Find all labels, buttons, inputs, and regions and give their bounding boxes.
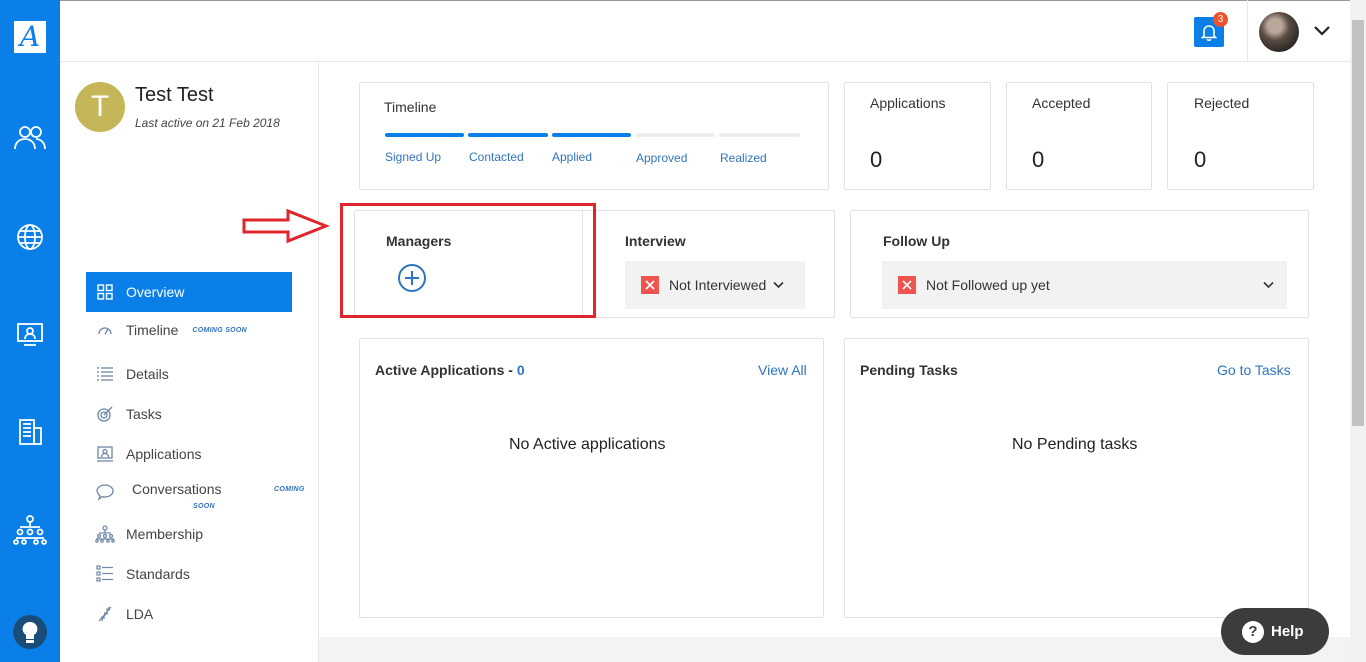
nav-item-timeline[interactable]: Timeline COMING SOON [86, 310, 292, 350]
people-icon[interactable] [12, 120, 48, 156]
rejected-stat-value: 0 [1194, 147, 1207, 172]
timeline-stage-label: Signed Up [385, 150, 442, 164]
user-avatar[interactable] [1259, 12, 1299, 52]
nav-item-membership[interactable]: Membership [86, 514, 292, 554]
nav-item-tasks[interactable]: Tasks [86, 394, 292, 434]
annotation-arrow-icon [242, 208, 330, 244]
nav-item-applications[interactable]: Applications [86, 434, 292, 474]
annotation-highlight-box [340, 203, 596, 318]
accepted-stat-value: 0 [1032, 147, 1045, 172]
notification-badge: 3 [1213, 12, 1228, 27]
follow-up-title: Follow Up [883, 233, 950, 249]
chat-bubble-icon [94, 481, 116, 503]
close-icon [898, 276, 916, 294]
nav-item-overview[interactable]: Overview [86, 272, 292, 312]
applications-stat-value: 0 [870, 147, 883, 172]
rejected-stat-label: Rejected [1194, 95, 1250, 111]
nav-label: Membership [126, 526, 204, 542]
left-rail: A [0, 0, 60, 662]
nav-item-standards[interactable]: Standards [86, 554, 292, 594]
profile-card-icon [94, 443, 116, 465]
nav-label: LDA [126, 606, 154, 622]
interview-status-value: Not Interviewed [669, 277, 767, 293]
help-label: Help [1271, 623, 1304, 640]
close-icon [641, 276, 659, 294]
nav-label: Applications [126, 446, 202, 462]
active-applications-card [359, 338, 824, 618]
timeline-segment-signed-up [385, 133, 464, 137]
profile-avatar: T [75, 82, 125, 132]
nav-label: Conversations [132, 481, 222, 497]
org-chart-icon[interactable] [12, 512, 48, 548]
nav-label: Standards [126, 566, 190, 582]
monitor-user-icon[interactable] [12, 316, 48, 352]
accepted-stat-label: Accepted [1032, 95, 1091, 111]
timeline-segment-applied [552, 133, 631, 137]
timeline-stage-label: Approved [636, 151, 688, 165]
coming-soon-badge: COMING [274, 486, 305, 493]
checklist-icon [94, 563, 116, 585]
question-icon: ? [1242, 620, 1264, 643]
chevron-down-icon[interactable] [1313, 24, 1331, 38]
pending-tasks-title: Pending Tasks [860, 362, 958, 378]
scrollbar-thumb[interactable] [1352, 20, 1364, 426]
follow-up-status-value: Not Followed up yet [926, 277, 1050, 293]
chevron-down-icon [1263, 281, 1274, 289]
nav-item-lda[interactable]: LDA [86, 594, 292, 634]
grid-icon [94, 281, 116, 303]
header-divider [1247, 0, 1248, 62]
building-icon[interactable] [12, 414, 48, 450]
target-icon [94, 403, 116, 425]
pending-tasks-empty: No Pending tasks [1012, 436, 1138, 453]
main-footer-strip [319, 637, 1350, 662]
active-applications-empty: No Active applications [509, 436, 666, 453]
timeline-segment-approved [636, 133, 715, 137]
last-active-text: Last active on 21 Feb 2018 [135, 116, 280, 130]
applications-stat-label: Applications [870, 95, 946, 111]
timeline-segment-contacted [468, 133, 548, 137]
app-logo[interactable]: A [14, 21, 46, 53]
nav-item-details[interactable]: Details [86, 354, 292, 394]
dna-icon [94, 603, 116, 625]
nav-label: Tasks [126, 406, 162, 422]
profile-sidebar: T Test Test Last active on 21 Feb 2018 O… [60, 62, 319, 662]
profile-name: Test Test [135, 84, 214, 106]
list-icon [94, 363, 116, 385]
timeline-stage-label: Applied [552, 150, 593, 164]
pending-tasks-card [844, 338, 1309, 618]
interview-title: Interview [625, 233, 686, 249]
view-all-link[interactable]: View All [758, 362, 807, 378]
timeline-segment-realized [719, 133, 800, 137]
go-to-tasks-link[interactable]: Go to Tasks [1217, 362, 1291, 378]
gauge-icon [94, 319, 116, 341]
lightbulb-icon[interactable] [12, 614, 48, 650]
active-applications-count: 0 [516, 362, 525, 378]
timeline-stage-label: Realized [720, 151, 767, 165]
coming-soon-badge-line2: SOON [193, 503, 215, 510]
timeline-stage-label: Contacted [469, 150, 524, 164]
nav-label: Timeline [126, 322, 179, 338]
top-bar [60, 0, 1350, 62]
active-applications-title: Active Applications - 0 [375, 362, 525, 378]
follow-up-status-dropdown[interactable]: Not Followed up yet [882, 261, 1287, 309]
page-scrollbar[interactable] [1350, 0, 1366, 662]
interview-status-dropdown[interactable]: Not Interviewed [625, 261, 805, 309]
org-chart-icon [94, 523, 116, 545]
chevron-down-icon [773, 281, 784, 289]
nav-label: Details [126, 366, 169, 382]
coming-soon-badge: COMING SOON [192, 326, 248, 334]
globe-icon[interactable] [12, 219, 48, 255]
nav-label: Overview [126, 284, 185, 300]
timeline-title: Timeline [384, 99, 437, 115]
nav-item-conversations[interactable]: Conversations COMING SOON [86, 470, 304, 516]
help-button[interactable]: ? Help [1221, 608, 1329, 655]
